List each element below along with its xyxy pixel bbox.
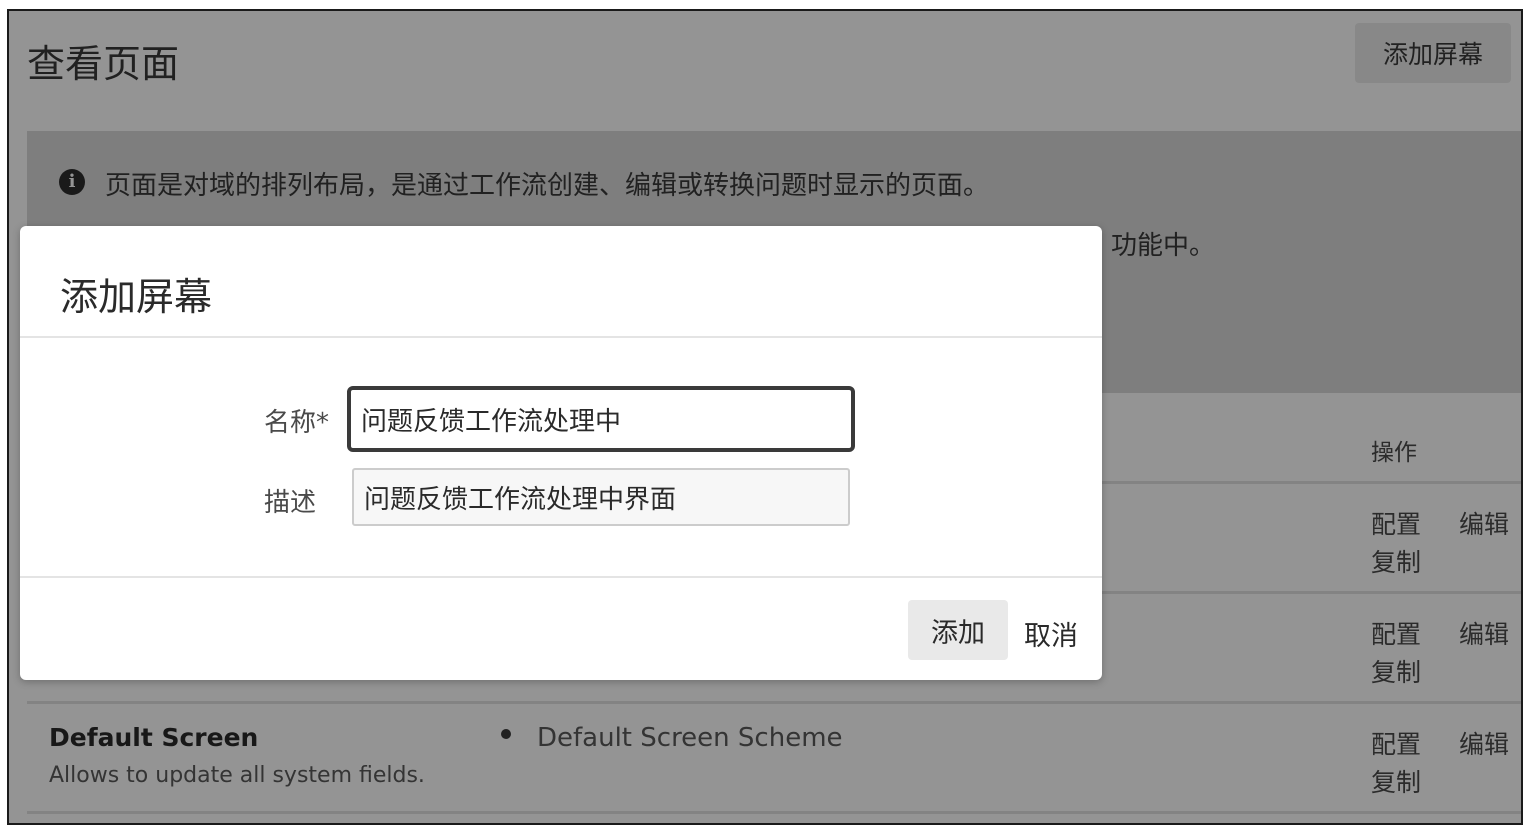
- add-screen-dialog: 添加屏幕 名称* 描述 添加 取消: [20, 226, 1102, 680]
- description-field[interactable]: [352, 468, 850, 526]
- add-button[interactable]: 添加: [908, 600, 1008, 660]
- dialog-title: 添加屏幕: [60, 275, 213, 319]
- name-field[interactable]: [347, 386, 855, 452]
- cancel-link[interactable]: 取消: [1024, 614, 1078, 653]
- screen-frame: 查看页面 添加屏幕 i 页面是对域的排列布局，是通过工作流创建、编辑或转换问题时…: [7, 9, 1523, 825]
- dialog-header-divider: [20, 336, 1102, 338]
- dialog-footer-divider: [20, 576, 1102, 578]
- name-label: 名称*: [264, 408, 330, 438]
- description-label: 描述: [264, 488, 317, 518]
